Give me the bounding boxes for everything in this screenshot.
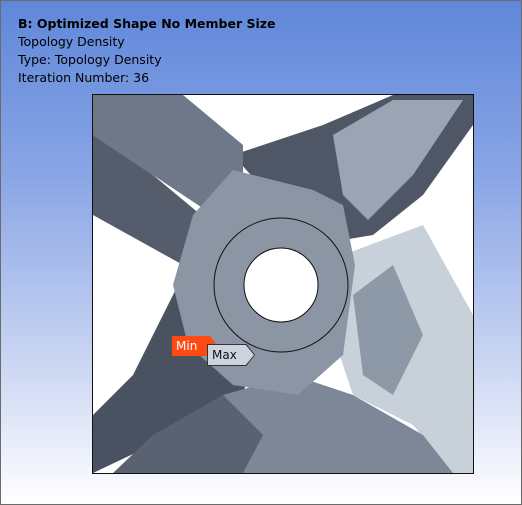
result-name: Topology Density [18, 34, 125, 49]
result-title: B: Optimized Shape No Member Size [18, 16, 276, 31]
max-probe-label[interactable]: Max [208, 345, 254, 365]
model-view[interactable] [92, 94, 474, 474]
result-type: Type: Topology Density [18, 52, 162, 67]
result-info: B: Optimized Shape No Member Size Topolo… [18, 15, 276, 87]
iteration-number: Iteration Number: 36 [18, 70, 150, 85]
optimized-shape [93, 95, 473, 473]
graphics-viewport[interactable]: B: Optimized Shape No Member Size Topolo… [0, 0, 522, 505]
bushing-hole [243, 247, 319, 323]
